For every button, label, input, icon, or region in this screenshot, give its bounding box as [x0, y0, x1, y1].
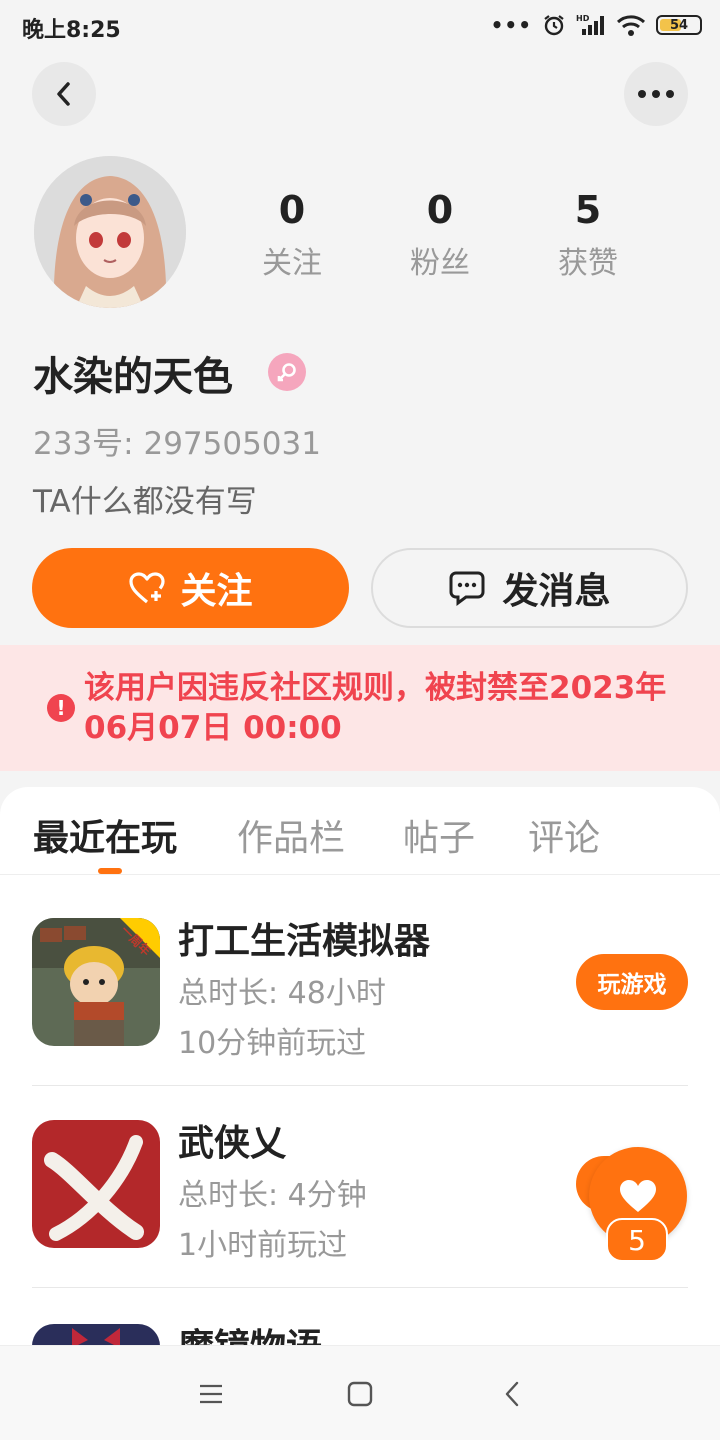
alarm-icon: [544, 15, 564, 36]
more-icon: [638, 90, 674, 98]
more-notifications-icon: •••: [490, 13, 532, 37]
stat-label: 粉丝: [410, 246, 470, 281]
chat-bubble-icon: [449, 571, 485, 606]
heart-plus-icon: [129, 572, 166, 604]
like-count: 5: [606, 1218, 668, 1262]
status-icons: ••• HD 54: [491, 12, 702, 38]
female-gender-icon: [268, 353, 306, 391]
wifi-icon: [616, 15, 646, 36]
stat-likes[interactable]: 5 获赞: [528, 186, 648, 282]
game-title: 武侠乂: [178, 1123, 287, 1164]
user-id: 233号: 297505031: [33, 426, 321, 462]
stat-followers[interactable]: 0 粉丝: [380, 186, 500, 282]
stat-label: 获赞: [558, 246, 618, 281]
system-nav-bar: [0, 1345, 720, 1440]
tab-bar: 最近在玩 作品栏 帖子 评论: [0, 787, 720, 875]
game-last-played: 10分钟前玩过: [178, 1026, 367, 1061]
game-row[interactable]: 一周年 打工生活模拟器 总时长: 48小时 10分钟前玩过 玩游戏: [32, 884, 688, 1086]
content-panel: 最近在玩 作品栏 帖子 评论 一周年 打工生活模拟器 总时长: 48小时 10分…: [0, 787, 720, 1347]
status-time: 晚上8:25: [22, 18, 121, 43]
user-bio: TA什么都没有写: [33, 484, 257, 520]
battery-icon: 54: [656, 15, 702, 35]
tab-posts[interactable]: 帖子: [403, 809, 475, 861]
svg-text:HD: HD: [576, 14, 590, 23]
signal-icon: HD: [576, 14, 604, 35]
home-square-icon: [347, 1381, 373, 1407]
game-row[interactable]: 魔镜物语: [32, 1288, 688, 1347]
back-triangle-icon: [505, 1381, 519, 1407]
follow-button[interactable]: 关注: [32, 548, 349, 628]
send-message-button[interactable]: 发消息: [371, 548, 688, 628]
follow-label: 关注: [180, 571, 253, 612]
more-options-button[interactable]: [624, 62, 688, 126]
stat-value: 0: [278, 188, 306, 232]
avatar-illustration: [34, 156, 186, 308]
game-duration: 总时长: 4分钟: [178, 1178, 367, 1213]
chevron-left-icon: [57, 82, 70, 106]
game-icon-work-simulator: 一周年: [32, 918, 160, 1046]
stat-label: 关注: [262, 246, 322, 281]
home-button[interactable]: [340, 1376, 380, 1412]
back-nav-button[interactable]: [492, 1376, 532, 1412]
tab-recently-played[interactable]: 最近在玩: [33, 809, 177, 861]
ban-notice-text: 该用户因违反社区规则，被封禁至2023年06月07日 00:00: [84, 670, 667, 746]
tab-indicator: [98, 868, 122, 874]
stat-following[interactable]: 0 关注: [232, 186, 352, 282]
game-icon-wuxia: [32, 1120, 160, 1248]
stat-value: 5: [574, 188, 602, 232]
username: 水染的天色: [33, 354, 233, 400]
message-label: 发消息: [502, 571, 611, 612]
game-title: 魔镜物语: [178, 1318, 322, 1347]
tab-works[interactable]: 作品栏: [237, 809, 345, 861]
game-title: 打工生活模拟器: [178, 921, 431, 962]
game-last-played: 1小时前玩过: [178, 1228, 348, 1263]
stat-value: 0: [426, 188, 454, 232]
tab-comments[interactable]: 评论: [528, 809, 600, 861]
back-button[interactable]: [32, 62, 96, 126]
menu-button[interactable]: [191, 1376, 231, 1412]
avatar[interactable]: [34, 156, 186, 308]
play-game-button[interactable]: 玩游戏: [576, 954, 688, 1010]
heart-icon: [620, 1180, 656, 1212]
game-icon-mirror-tale: [32, 1324, 160, 1347]
game-duration: 总时长: 48小时: [178, 976, 386, 1011]
menu-icon: [200, 1384, 222, 1404]
warning-icon: !: [47, 694, 75, 722]
status-bar: 晚上8:25 ••• HD 54: [0, 0, 720, 52]
